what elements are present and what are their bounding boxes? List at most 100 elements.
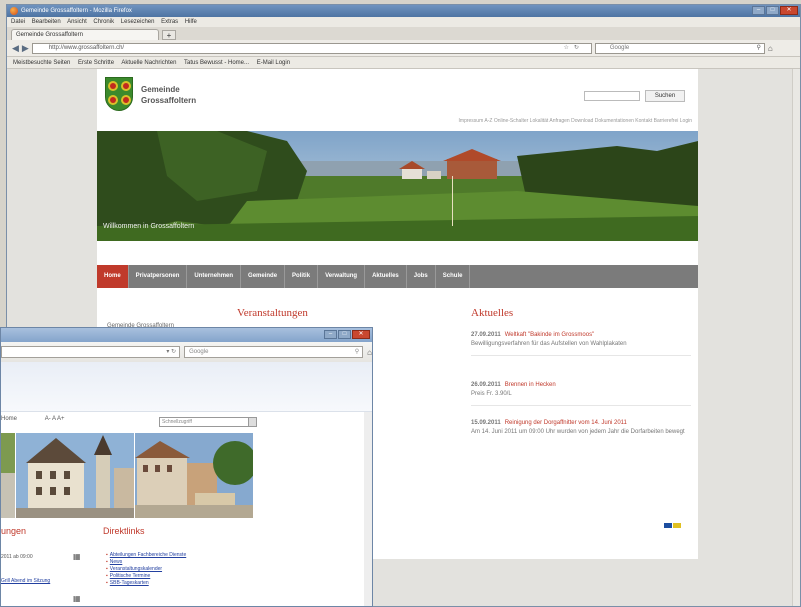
- direct-link[interactable]: Abteilungen Fachbereiche Dienste: [106, 552, 186, 559]
- events-heading: Veranstaltungen: [237, 307, 308, 319]
- direct-link[interactable]: Veranstaltungskalender: [106, 566, 186, 573]
- search-icon[interactable]: ⚲: [756, 44, 760, 53]
- news-divider: [471, 355, 691, 356]
- news-title-link[interactable]: Brennen in Hecken: [505, 382, 556, 388]
- dropdown-icon[interactable]: ▾: [166, 349, 169, 355]
- minimize-button[interactable]: –: [752, 6, 765, 15]
- news-title-link[interactable]: Weltkaft "Bakinde im Grossmoos": [505, 332, 595, 338]
- breadcrumb-home[interactable]: Home: [1, 416, 17, 422]
- nav-home[interactable]: Home: [97, 265, 129, 288]
- back-icon[interactable]: ◀: [12, 43, 19, 53]
- calendar-icon[interactable]: ▦: [73, 552, 81, 561]
- nav-unternehmen[interactable]: Unternehmen: [187, 265, 242, 288]
- front-window-controls: – □ ✕: [324, 330, 370, 339]
- forward-icon[interactable]: ▶: [22, 43, 29, 53]
- nav-gemeinde[interactable]: Gemeinde: [241, 265, 286, 288]
- news-text: Bewilligungsverfahren für das Aufstellen…: [471, 341, 627, 347]
- site-search-button[interactable]: Suchen: [645, 90, 685, 102]
- search-bar[interactable]: Google ⚲: [594, 42, 765, 54]
- news-item: 27.09.2011 Weltkaft "Bakinde im Grossmoos…: [471, 331, 691, 356]
- photo-2: [16, 433, 134, 518]
- back-window-title: Gemeinde Grossaffoltern - Mozilla Firefo…: [21, 8, 132, 14]
- photo-strip: [1, 433, 253, 518]
- bookmark-most-visited[interactable]: Meistbesuchte Seiten: [13, 60, 70, 66]
- tab-grossaffoltern[interactable]: Gemeinde Grossaffoltern: [11, 29, 159, 40]
- maximize-button[interactable]: □: [338, 330, 351, 339]
- direct-links-heading: Direktlinks: [103, 526, 145, 536]
- front-search-bar[interactable]: Google ⚲: [184, 346, 364, 358]
- menu-edit[interactable]: Bearbeiten: [32, 19, 61, 25]
- select-placeholder: Schnellzugriff: [162, 419, 192, 425]
- front-url-bar[interactable]: ▾ ↻: [1, 346, 181, 358]
- direct-links-list: Abteilungen Fachbereiche Dienste News Ve…: [106, 552, 186, 587]
- bookmark-news[interactable]: Aktuelle Nachrichten: [121, 60, 176, 66]
- quick-access-select[interactable]: Schnellzugriff: [159, 417, 257, 427]
- event-link[interactable]: Grill Abend im Sitzung: [1, 578, 50, 584]
- photo-3: [135, 433, 253, 518]
- news-date: 15.09.2011: [471, 420, 501, 426]
- nav-jobs[interactable]: Jobs: [407, 265, 436, 288]
- search-placeholder: Google: [609, 44, 630, 51]
- photo-1: [1, 433, 15, 518]
- news-heading: Aktuelles: [471, 307, 514, 319]
- calendar-icon[interactable]: ▦: [73, 594, 81, 603]
- firefox-icon: [10, 7, 18, 15]
- reload-icon[interactable]: ↻: [171, 349, 176, 355]
- direct-link[interactable]: News: [106, 559, 186, 566]
- direct-link[interactable]: Politische Termine: [106, 573, 186, 580]
- nav-verwaltung[interactable]: Verwaltung: [318, 265, 366, 288]
- bookmark-tatus[interactable]: Tatus Bewusst - Home...: [184, 60, 249, 66]
- bookmark-first-steps[interactable]: Erste Schritte: [78, 60, 114, 66]
- menu-help[interactable]: Hilfe: [185, 19, 197, 25]
- menu-bookmarks[interactable]: Lesezeichen: [121, 19, 155, 25]
- search-icon[interactable]: ⚲: [355, 347, 359, 357]
- top-links[interactable]: Impressum A-Z Online-Schalter Lokalität …: [459, 118, 692, 124]
- news-date: 27.09.2011: [471, 332, 501, 338]
- coat-of-arms-logo: [105, 77, 133, 111]
- chevron-down-icon: [248, 418, 256, 426]
- news-item: 15.09.2011 Reinigung der Dorgaffnitter vo…: [471, 419, 691, 437]
- url-bar[interactable]: http://www.grossaffoltern.ch/ ☆ ↻: [31, 42, 592, 54]
- direct-link[interactable]: SBB-Tageskarten: [106, 580, 186, 587]
- star-icon[interactable]: ☆: [563, 44, 568, 53]
- window-controls: – □ ✕: [752, 6, 798, 15]
- home-icon[interactable]: ⌂: [768, 44, 773, 53]
- close-button[interactable]: ✕: [352, 330, 370, 339]
- hero-image: Willkommen in Grossaffoltern: [97, 131, 698, 241]
- site-search-input[interactable]: [584, 91, 640, 101]
- maximize-button[interactable]: □: [766, 6, 779, 15]
- nav-aktuelles[interactable]: Aktuelles: [365, 265, 407, 288]
- nav-schule[interactable]: Schule: [436, 265, 471, 288]
- menu-file[interactable]: Datei: [11, 19, 25, 25]
- menu-view[interactable]: Ansicht: [67, 19, 87, 25]
- site-name[interactable]: Gemeinde Grossaffoltern: [141, 84, 196, 106]
- url-text: http://www.grossaffoltern.ch/: [48, 44, 125, 51]
- font-size-controls[interactable]: A- A A+: [45, 416, 65, 422]
- home-icon[interactable]: ⌂: [367, 348, 372, 357]
- front-scrollbar[interactable]: [364, 412, 372, 606]
- front-website-page: Home A- A A+ Schnellzugriff ungen Direkt…: [1, 412, 372, 606]
- site-name-line1: Gemeinde: [141, 85, 180, 94]
- menu-history[interactable]: Chronik: [93, 19, 114, 25]
- vertical-scrollbar[interactable]: [792, 69, 800, 606]
- flag-icon[interactable]: [673, 523, 681, 528]
- back-window-titlebar: Gemeinde Grossaffoltern - Mozilla Firefo…: [7, 5, 800, 17]
- new-tab-button[interactable]: +: [162, 30, 176, 40]
- minimize-button[interactable]: –: [324, 330, 337, 339]
- events-heading-partial: ungen: [1, 526, 27, 536]
- flag-icon[interactable]: [664, 523, 672, 528]
- news-title-link[interactable]: Reinigung der Dorgaffnitter vom 14. Juni…: [505, 420, 627, 426]
- news-item: 26.09.2011 Brennen in Hecken Preis Fr. 3.…: [471, 381, 691, 406]
- bookmark-email[interactable]: E-Mail Login: [257, 60, 290, 66]
- photo-2-image: [16, 433, 134, 518]
- menu-tools[interactable]: Extras: [161, 19, 178, 25]
- nav-privatpersonen[interactable]: Privatpersonen: [129, 265, 188, 288]
- photo-1-image: [1, 433, 15, 518]
- front-toolbar-area: [1, 362, 372, 412]
- main-navigation: Home Privatpersonen Unternehmen Gemeinde…: [97, 265, 698, 288]
- nav-politik[interactable]: Politik: [285, 265, 319, 288]
- front-window-titlebar: – □ ✕: [1, 328, 372, 342]
- navigation-bar: ◀ ▶ http://www.grossaffoltern.ch/ ☆ ↻ Go…: [7, 40, 800, 57]
- close-button[interactable]: ✕: [780, 6, 798, 15]
- reload-icon[interactable]: ↻: [574, 44, 579, 53]
